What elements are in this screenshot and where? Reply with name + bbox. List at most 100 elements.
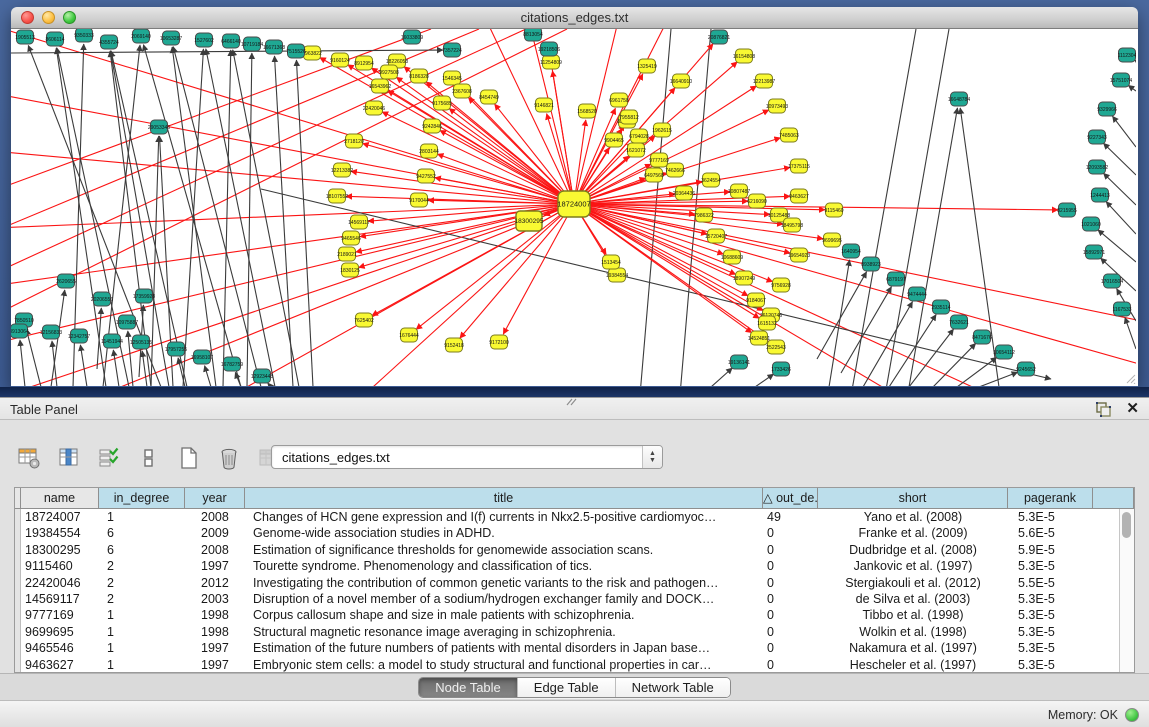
citation-node-teal[interactable]: 16671368 — [263, 40, 285, 54]
cell-out_degree[interactable]: 0 — [763, 525, 818, 541]
cell-in_degree[interactable]: 6 — [99, 525, 185, 541]
citation-node-yellow[interactable]: 7955812 — [619, 110, 639, 124]
citation-node-teal[interactable]: 1112304 — [1118, 48, 1136, 62]
split-divider-grip[interactable] — [563, 398, 577, 406]
cell-pagerank[interactable]: 5.3E-5 — [1008, 624, 1093, 640]
citation-node-yellow[interactable]: 9465546 — [341, 231, 361, 245]
citation-node-teal[interactable]: 17957255 — [165, 342, 187, 356]
vertical-scrollbar[interactable] — [1119, 509, 1134, 672]
citation-node-yellow[interactable]: 10973493 — [766, 99, 788, 113]
graph-edge[interactable] — [574, 204, 1136, 373]
graph-edge[interactable] — [1125, 317, 1136, 349]
cell-out_degree[interactable]: 0 — [763, 542, 818, 558]
cell-pagerank[interactable]: 5.5E-5 — [1008, 575, 1093, 591]
show-columns-button[interactable] — [54, 443, 84, 473]
citation-node-yellow[interactable]: 16640910 — [670, 74, 692, 88]
cell-name[interactable]: 18300295 — [21, 542, 99, 558]
citation-node-teal[interactable]: 10653287 — [160, 31, 182, 45]
cell-year[interactable]: 1997 — [185, 657, 245, 673]
graph-edge[interactable] — [143, 45, 241, 386]
citation-node-yellow[interactable]: 16154808 — [733, 49, 755, 63]
graph-edge[interactable] — [205, 366, 211, 386]
graph-edge[interactable] — [1098, 230, 1136, 262]
citation-node-teal[interactable]: 1905513 — [15, 30, 35, 44]
graph-edge[interactable] — [889, 315, 936, 386]
cell-in_degree[interactable]: 1 — [99, 657, 185, 673]
graph-edge[interactable] — [1112, 116, 1136, 147]
citation-node-yellow[interactable]: 8454749 — [479, 90, 499, 104]
citation-node-yellow[interactable]: 9904465 — [604, 133, 624, 147]
citation-node-teal[interactable]: 2069140 — [131, 29, 151, 43]
graph-edge[interactable] — [1106, 202, 1136, 234]
citation-node-yellow[interactable]: 10688609 — [721, 250, 743, 264]
graph-edge[interactable] — [247, 53, 252, 386]
citation-node-yellow[interactable]: 7485063 — [779, 128, 799, 142]
table-row[interactable]: 1938455462009Genome-wide association stu… — [15, 525, 1134, 541]
citation-node-yellow[interactable]: 8186328 — [409, 69, 429, 83]
table-row[interactable]: 946554611997Estimation of the future num… — [15, 640, 1134, 656]
citation-node-teal[interactable]: 6466140 — [221, 34, 241, 48]
column-header-name[interactable]: name — [21, 488, 99, 508]
cell-out_degree[interactable]: 0 — [763, 640, 818, 656]
cell-year[interactable]: 1998 — [185, 624, 245, 640]
graph-edge[interactable] — [113, 350, 119, 386]
memory-ok-icon[interactable] — [1125, 708, 1139, 722]
graph-edge[interactable] — [275, 56, 293, 386]
cell-year[interactable]: 1997 — [185, 558, 245, 574]
delete-table-button[interactable] — [214, 443, 244, 473]
citation-node-yellow[interactable]: 2718120 — [344, 134, 364, 148]
table-row[interactable]: 969969511998Structural magnetic resonanc… — [15, 624, 1134, 640]
cell-name[interactable]: 22420046 — [21, 575, 99, 591]
cell-year[interactable]: 2003 — [185, 591, 245, 607]
modify-table-button[interactable] — [14, 443, 44, 473]
citation-node-yellow[interactable]: 1676444 — [399, 328, 419, 342]
citation-node-teal[interactable]: 15751074 — [1110, 73, 1132, 87]
graph-edge[interactable] — [183, 49, 203, 386]
cell-name[interactable]: 18724007 — [21, 509, 99, 525]
cell-name[interactable]: 19384554 — [21, 525, 99, 541]
cell-pagerank[interactable]: 5.3E-5 — [1008, 591, 1093, 607]
citation-node-yellow[interactable]: 14524851 — [748, 331, 770, 345]
cell-in_degree[interactable]: 1 — [99, 509, 185, 525]
cell-year[interactable]: 2012 — [185, 575, 245, 591]
citation-node-yellow[interactable]: 10807487 — [728, 184, 750, 198]
citation-node-yellow[interactable]: 9146821 — [534, 98, 554, 112]
cell-pagerank[interactable]: 5.3E-5 — [1008, 657, 1093, 673]
graph-edge[interactable] — [371, 68, 574, 204]
graph-edge[interactable] — [151, 136, 159, 386]
cell-name[interactable]: 9699695 — [21, 624, 99, 640]
citation-node-yellow[interactable]: 7986322 — [694, 208, 714, 222]
citation-node-yellow[interactable]: 19384554 — [606, 268, 628, 282]
citation-node-teal[interactable]: 15892971 — [1083, 245, 1105, 259]
citation-node-yellow[interactable]: 7462666 — [665, 163, 685, 177]
graph-edge[interactable] — [268, 383, 271, 386]
cell-in_degree[interactable]: 2 — [99, 575, 185, 591]
citation-node-yellow[interactable]: 9777169 — [649, 153, 669, 167]
citation-node-yellow[interactable]: 17375115 — [788, 159, 810, 173]
citation-node-teal[interactable]: 7632621 — [949, 315, 969, 329]
citation-node-teal[interactable]: 8938923 — [861, 257, 881, 271]
citation-node-yellow[interactable]: 2189021 — [337, 247, 357, 261]
citation-node-yellow[interactable]: 6961758 — [609, 93, 629, 107]
resize-grip-icon[interactable] — [1124, 372, 1136, 384]
cell-title[interactable]: Corpus callosum shape and size in male p… — [245, 607, 763, 623]
citation-node-teal[interactable]: 1527602 — [194, 33, 214, 47]
close-panel-icon[interactable]: ✕ — [1126, 400, 1139, 418]
graph-edge[interactable] — [111, 51, 187, 386]
column-header-in_degree[interactable]: in_degree — [99, 488, 185, 508]
citation-node-teal[interactable]: 8215955 — [1057, 203, 1077, 217]
cell-short[interactable]: Tibbo et al. (1998) — [818, 607, 1008, 623]
cell-name[interactable]: 9777169 — [21, 607, 99, 623]
citation-node-yellow[interactable]: 18107552 — [326, 189, 348, 203]
citation-node-teal[interactable]: 2620655 — [56, 274, 76, 288]
citation-node-yellow[interactable]: 7625402 — [354, 313, 374, 327]
graph-edge[interactable] — [296, 60, 313, 386]
citation-node-yellow[interactable]: 1325419 — [637, 59, 657, 73]
cell-name[interactable]: 9115460 — [21, 558, 99, 574]
cell-short[interactable]: Jankovic et al. (1997) — [818, 558, 1008, 574]
table-row[interactable]: 1456911722003Disruption of a novel membe… — [15, 591, 1134, 607]
citation-node-teal[interactable]: 9329966 — [1097, 102, 1117, 116]
citation-node-teal[interactable]: 8813054 — [523, 29, 543, 41]
row-pair-button[interactable] — [134, 443, 164, 473]
citation-node-yellow[interactable]: 1615132 — [757, 316, 777, 330]
